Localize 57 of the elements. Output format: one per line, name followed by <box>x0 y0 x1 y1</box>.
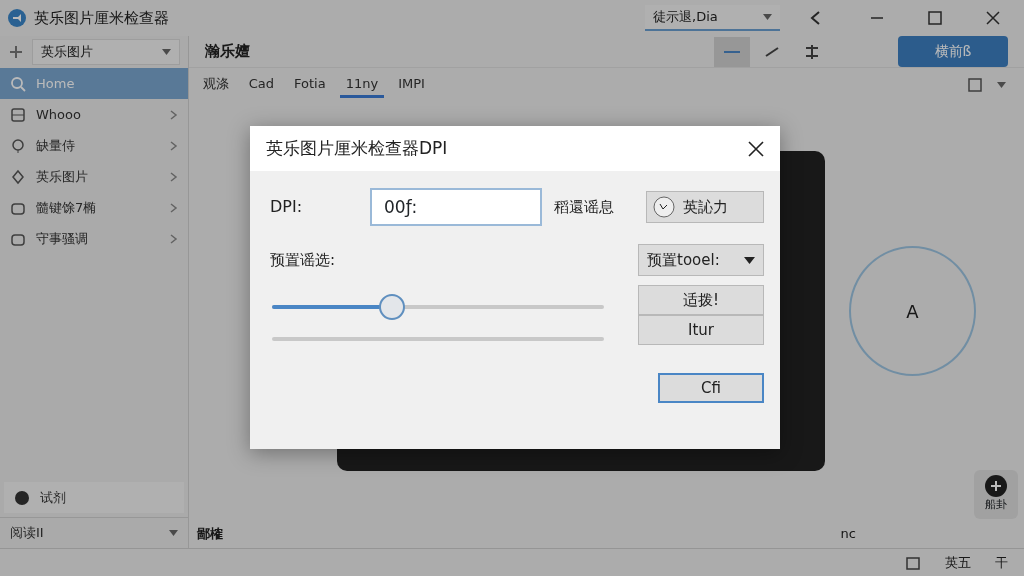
section-heading: 瀚乐嬗 <box>204 41 250 63</box>
search-dropdown[interactable]: 徒示退,Dia <box>645 5 780 31</box>
status-item[interactable]: 干 <box>995 552 1008 573</box>
maximize-icon[interactable] <box>928 11 942 25</box>
chevron-icon <box>169 234 178 245</box>
plus-icon <box>985 475 1007 497</box>
dialog-title: 英乐图片厘米检查器DPI <box>266 136 448 160</box>
caret-icon[interactable] <box>997 82 1006 88</box>
sidebar-item[interactable]: Whooo <box>0 99 188 130</box>
option-button[interactable]: 适拨! <box>638 285 764 315</box>
dial-letter: A <box>906 299 919 324</box>
chevron-icon <box>169 172 178 183</box>
folder-icon[interactable] <box>905 554 921 571</box>
close-icon[interactable] <box>986 11 1000 25</box>
tab[interactable]: 观涤 <box>196 71 235 99</box>
tab[interactable]: IMPI <box>392 71 431 99</box>
apply-button[interactable]: 英訫力 <box>646 191 764 223</box>
close-icon[interactable] <box>748 140 764 157</box>
preset-dropdown[interactable]: 预置tooel: <box>638 244 764 276</box>
save-icon[interactable] <box>967 77 983 93</box>
caret-icon <box>161 49 171 55</box>
option-button[interactable]: Itur <box>638 315 764 345</box>
chevron-icon <box>169 110 178 121</box>
caret-icon <box>744 256 755 264</box>
sidebar-footer-item[interactable]: 试剂 <box>4 482 184 513</box>
primary-button[interactable]: 横前ß <box>898 36 1008 67</box>
preset-label: 预置谣选: <box>270 249 336 271</box>
window-title: 英乐图片厘米检查器 <box>34 7 169 29</box>
slider[interactable] <box>272 293 604 320</box>
dpi-label: DPI: <box>270 196 304 218</box>
diamond-icon <box>10 168 26 185</box>
bottom-label: 鄙榷 <box>196 525 223 544</box>
info-label: 稻還谣息 <box>554 196 614 218</box>
footer-dropdown[interactable]: 阅读II <box>0 517 188 548</box>
dpi-input[interactable]: 00ƒ: <box>370 188 542 226</box>
sidebar-item[interactable]: 髓键馀7椭 <box>0 192 188 223</box>
slider-thumb[interactable] <box>378 293 405 320</box>
grid-icon <box>10 106 26 123</box>
sidebar-item[interactable]: 英乐图片 <box>0 161 188 192</box>
tab[interactable]: Fotia <box>288 71 332 99</box>
plus-icon[interactable] <box>8 44 24 60</box>
ok-button[interactable]: Cfi <box>658 373 764 403</box>
search-icon <box>10 75 26 92</box>
sidebar-item[interactable]: 缺量侍 <box>0 130 188 161</box>
caret-icon <box>168 530 178 536</box>
chevron-icon <box>169 203 178 214</box>
chat-icon <box>14 489 30 506</box>
tab[interactable]: Cad <box>242 71 280 99</box>
status-item[interactable]: 英五 <box>945 552 971 573</box>
floating-add-button[interactable]: 船卦 <box>974 470 1018 519</box>
tab[interactable]: 11ny <box>339 71 385 99</box>
chevron-icon <box>169 141 178 152</box>
category-dropdown[interactable]: 英乐图片 <box>32 39 180 65</box>
sidebar-item[interactable]: 守事骚调 <box>0 223 188 254</box>
corner-text: nc <box>840 525 856 544</box>
app-logo-icon <box>8 9 26 27</box>
caret-icon <box>763 14 772 20</box>
